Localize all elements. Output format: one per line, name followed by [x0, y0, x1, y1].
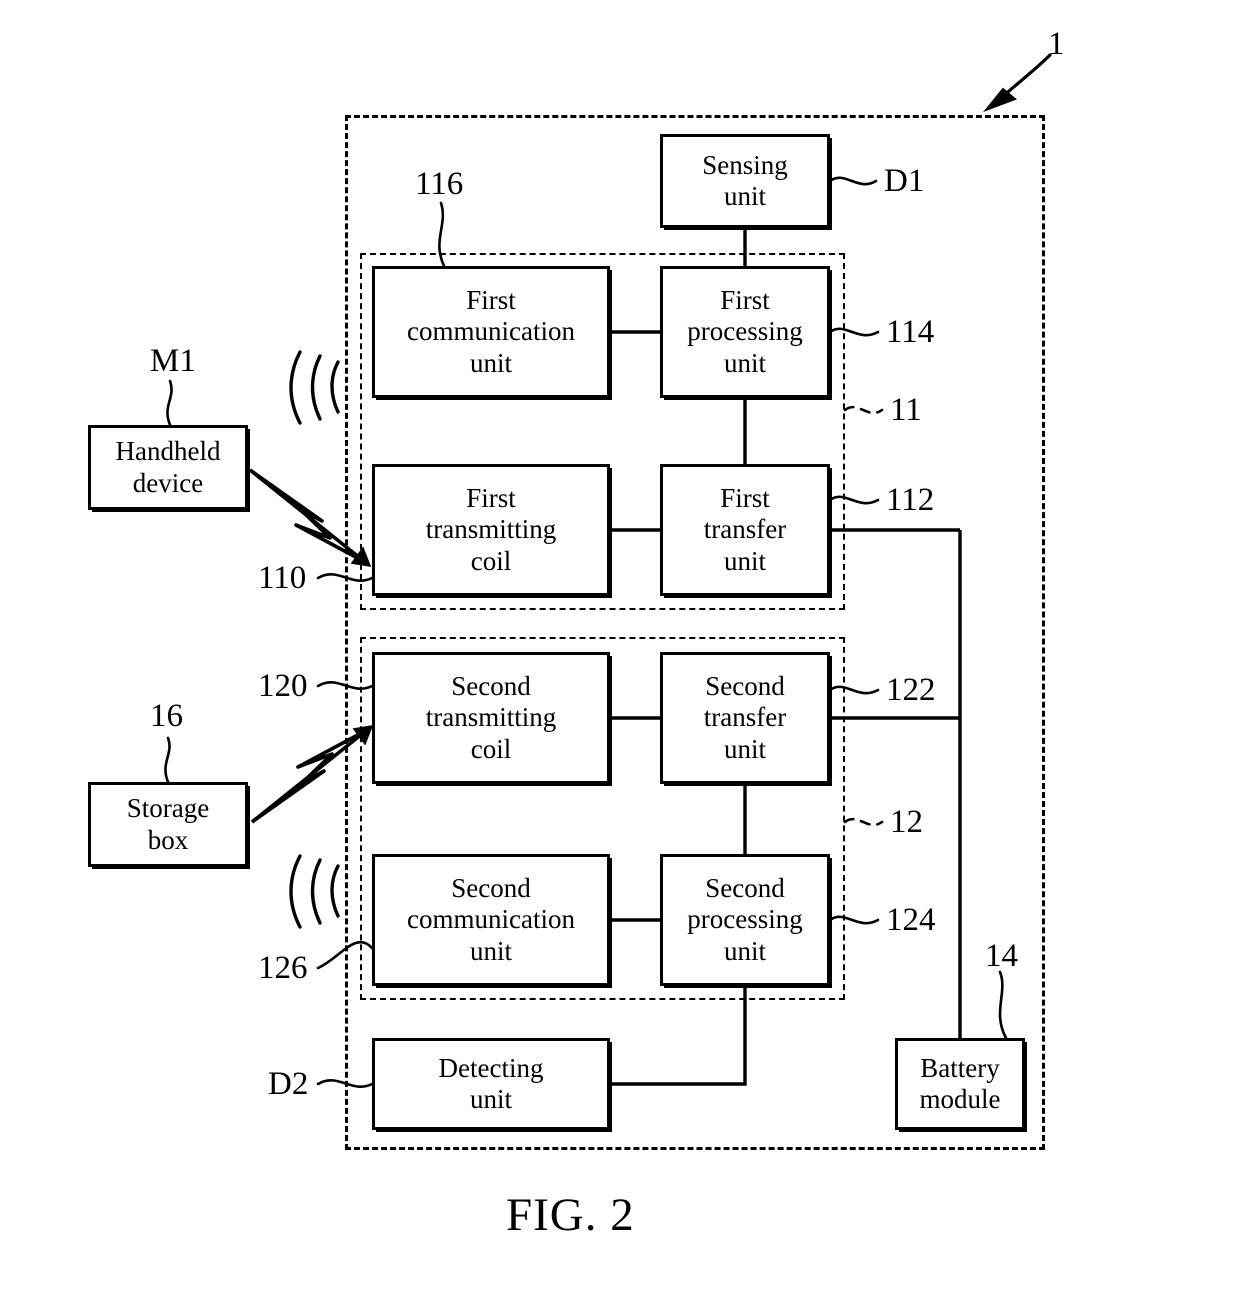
handheld-device-label: Handheld device: [115, 436, 221, 498]
first-communication-unit-box[interactable]: First communication unit: [372, 266, 610, 398]
storage-box-label: Storage box: [126, 793, 210, 855]
ref-d1: D1: [884, 163, 925, 199]
sensing-unit-label: Sensing unit: [702, 149, 788, 211]
second-transmitting-coil-box[interactable]: Second transmitting coil: [372, 652, 610, 784]
first-transfer-unit-box[interactable]: First transfer unit: [660, 464, 830, 596]
ref-110: 110: [258, 560, 307, 596]
second-processing-unit-label: Second processing unit: [687, 873, 803, 966]
figure-caption: FIG. 2: [506, 1189, 635, 1241]
first-transmitting-coil-label: First transmitting coil: [425, 483, 557, 576]
ref-m1: M1: [150, 343, 196, 379]
ref-12: 12: [890, 804, 923, 840]
wireless-waves-icon-first: [289, 350, 340, 425]
ref-d2: D2: [268, 1066, 309, 1102]
patent-figure-2: Handheld device Storage box Sensing unit…: [0, 0, 1240, 1307]
ref-system-1: 1: [1048, 26, 1065, 62]
sensing-unit-box[interactable]: Sensing unit: [660, 134, 830, 228]
ref-16: 16: [150, 698, 183, 734]
detecting-unit-box[interactable]: Detecting unit: [372, 1038, 610, 1130]
first-transmitting-coil-box[interactable]: First transmitting coil: [372, 464, 610, 596]
first-transfer-unit-label: First transfer unit: [703, 483, 787, 576]
second-communication-unit-label: Second communication unit: [407, 873, 575, 966]
ref-122: 122: [886, 672, 936, 708]
second-processing-unit-box[interactable]: Second processing unit: [660, 854, 830, 986]
ref-112: 112: [886, 482, 935, 518]
leader-16: [164, 736, 171, 784]
second-transmitting-coil-label: Second transmitting coil: [425, 671, 557, 764]
ref-120: 120: [258, 668, 308, 704]
first-processing-unit-label: First processing unit: [687, 285, 803, 378]
ref-124: 124: [886, 902, 936, 938]
detecting-unit-label: Detecting unit: [438, 1052, 544, 1114]
ref-126: 126: [258, 950, 308, 986]
storage-box-box[interactable]: Storage box: [88, 782, 248, 867]
second-transfer-unit-label: Second transfer unit: [703, 671, 787, 764]
battery-module-label: Battery module: [919, 1052, 1001, 1114]
ref-114: 114: [886, 314, 935, 350]
ref-116: 116: [415, 166, 464, 202]
wireless-waves-icon-second: [289, 854, 340, 929]
leader-m1: [166, 379, 173, 427]
first-communication-unit-label: First communication unit: [407, 285, 575, 378]
battery-module-box[interactable]: Battery module: [895, 1038, 1025, 1130]
ref-14: 14: [985, 938, 1018, 974]
system-callout-arrow: [982, 53, 1052, 113]
first-processing-unit-box[interactable]: First processing unit: [660, 266, 830, 398]
second-transfer-unit-box[interactable]: Second transfer unit: [660, 652, 830, 784]
handheld-device-box[interactable]: Handheld device: [88, 425, 248, 510]
second-communication-unit-box[interactable]: Second communication unit: [372, 854, 610, 986]
ref-11: 11: [890, 392, 922, 428]
